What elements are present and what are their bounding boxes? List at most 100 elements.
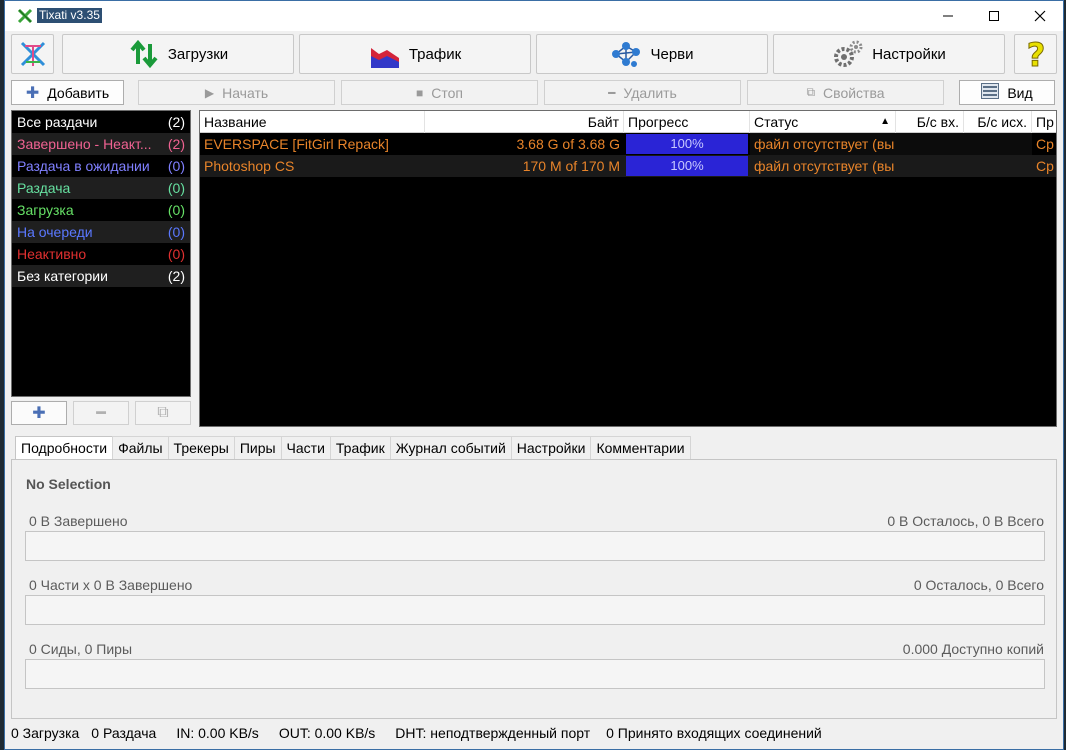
torrent-name: EVERSPACE [FitGirl Repack] — [204, 136, 389, 152]
properties-label: Свойства — [823, 84, 885, 101]
availability-bar — [25, 659, 1045, 689]
category-properties-button[interactable]: ⧉ — [135, 401, 191, 425]
column-header-in[interactable]: Б/с вх. — [896, 111, 964, 133]
selection-title: No Selection — [26, 476, 111, 492]
start-button[interactable]: ▶ Начать — [138, 80, 335, 105]
tab-peers[interactable]: Пиры — [233, 436, 282, 460]
category-item[interactable]: Раздача (0) — [12, 177, 190, 199]
view-button[interactable]: Вид — [959, 80, 1055, 105]
tab-details[interactable]: Подробности — [15, 436, 114, 461]
column-header-status[interactable]: Статус ▲ — [750, 111, 896, 133]
start-label: Начать — [222, 84, 269, 101]
torrent-out-rate — [964, 133, 1032, 155]
category-count: (0) — [167, 246, 185, 262]
column-header-progress[interactable]: Прогресс — [624, 111, 750, 133]
close-button[interactable] — [1017, 1, 1063, 31]
help-icon: ? — [1026, 38, 1046, 70]
worms-button[interactable]: Черви — [536, 34, 768, 74]
column-header-out[interactable]: Б/с исх. — [964, 111, 1032, 133]
category-label: Загрузка — [17, 202, 74, 218]
tab-event-log[interactable]: Журнал событий — [389, 436, 512, 460]
stop-label: Стоп — [431, 84, 463, 101]
maximize-icon — [989, 11, 999, 21]
tab-traffic[interactable]: Трафик — [329, 436, 391, 460]
category-item[interactable]: Неактивно (0) — [12, 243, 190, 265]
properties-button[interactable]: ⧉ Свойства — [747, 80, 944, 105]
remove-category-button[interactable]: ━ — [73, 401, 129, 425]
tab-pieces[interactable]: Части — [280, 436, 331, 460]
stop-button[interactable]: ■ Стоп — [341, 80, 538, 105]
torrent-in-rate — [896, 133, 964, 155]
category-item[interactable]: Завершено - Неакт... (2) — [12, 133, 190, 155]
column-header-name[interactable]: Название — [200, 111, 425, 133]
status-downloads: 0 Загрузка — [11, 725, 80, 741]
minimize-button[interactable] — [925, 1, 971, 31]
torrent-out-rate — [964, 155, 1032, 177]
add-category-button[interactable]: ✚ — [11, 401, 67, 425]
traffic-button[interactable]: Трафик — [299, 34, 531, 74]
title-bar: Tixati v3.35 — [5, 1, 1063, 31]
category-item[interactable]: Загрузка (0) — [12, 199, 190, 221]
column-header-bytes[interactable]: Байт — [425, 111, 624, 133]
category-label: Без категории — [17, 268, 108, 284]
delete-label: Удалить — [623, 84, 677, 101]
add-label: Добавить — [47, 84, 110, 101]
column-header-pr[interactable]: Пр — [1032, 111, 1056, 133]
category-item[interactable]: На очереди (0) — [12, 221, 190, 243]
torrent-bytes: 3.68 G of 3.68 G — [516, 136, 620, 152]
maximize-button[interactable] — [971, 1, 1017, 31]
category-label: Завершено - Неакт... — [17, 136, 152, 152]
tixati-logo-icon — [17, 8, 33, 24]
tixati-menu-button[interactable] — [11, 34, 54, 74]
category-item[interactable]: Все раздачи (2) — [12, 111, 190, 133]
torrent-bytes: 170 M of 170 M — [522, 158, 620, 174]
category-count: (2) — [167, 268, 185, 284]
tab-trackers[interactable]: Трекеры — [167, 436, 235, 460]
available-copies-label: 0.000 Доступно копий — [902, 641, 1044, 657]
arrows-up-down-icon — [128, 38, 160, 70]
table-row[interactable]: EVERSPACE [FitGirl Repack] 3.68 G of 3.6… — [200, 133, 1056, 155]
tab-comments[interactable]: Комментарии — [590, 436, 691, 460]
category-count: (0) — [167, 180, 185, 196]
table-header: Название Байт Прогресс Статус ▲ Б/с вх. … — [200, 111, 1056, 133]
table-row[interactable]: Photoshop CS 170 M of 170 M 100% файл от… — [200, 155, 1056, 177]
main-toolbar: Загрузки Трафик Черви Настройки ? — [11, 34, 1059, 76]
tab-files[interactable]: Файлы — [112, 436, 169, 460]
properties-icon: ⧉ — [806, 85, 816, 99]
network-nodes-icon — [610, 38, 642, 70]
torrent-pr: Ср — [1036, 158, 1054, 174]
parts-label: 0 Части x 0 В Завершено — [29, 577, 193, 593]
tab-settings[interactable]: Настройки — [510, 436, 592, 460]
delete-button[interactable]: ━ Удалить — [544, 80, 741, 105]
torrent-name: Photoshop CS — [204, 158, 295, 174]
sort-ascending-icon: ▲ — [880, 116, 890, 127]
torrent-status: файл отсутствует (вы — [750, 133, 896, 155]
help-button[interactable]: ? — [1014, 34, 1057, 74]
seeds-peers-label: 0 Сиды, 0 Пиры — [29, 641, 133, 657]
category-label: На очереди — [17, 224, 93, 240]
svg-text:?: ? — [1026, 38, 1045, 70]
category-count: (0) — [167, 202, 185, 218]
category-list: Все раздачи (2) Завершено - Неакт... (2)… — [11, 110, 191, 397]
minus-icon: ━ — [96, 405, 106, 422]
category-label: Раздача в ожидании — [17, 158, 150, 174]
add-button[interactable]: ✚ Добавить — [11, 80, 124, 105]
traffic-chart-icon — [369, 38, 401, 70]
status-dht[interactable]: DHT: неподтвержденный порт — [395, 725, 590, 741]
parts-bar — [25, 595, 1045, 625]
category-count: (0) — [167, 224, 185, 240]
torrent-progress-bar: 100% — [626, 156, 748, 176]
parts-remaining-label: 0 Осталось, 0 Всего — [913, 577, 1044, 593]
completed-label: 0 В Завершено — [29, 513, 128, 529]
downloads-button[interactable]: Загрузки — [62, 34, 294, 74]
download-progress-bar — [25, 531, 1045, 561]
view-label: Вид — [1007, 84, 1033, 101]
category-buttons: ✚ ━ ⧉ — [11, 401, 191, 427]
play-icon: ▶ — [204, 85, 215, 100]
settings-button[interactable]: Настройки — [773, 34, 1005, 74]
category-item[interactable]: Раздача в ожидании (0) — [12, 155, 190, 177]
category-item[interactable]: Без категории (2) — [12, 265, 190, 287]
plus-icon: ✚ — [32, 405, 46, 422]
app-window: Tixati v3.35 Загрузки Трафик Черви Настр… — [4, 0, 1064, 750]
remaining-label: 0 В Осталось, 0 В Всего — [887, 513, 1044, 529]
